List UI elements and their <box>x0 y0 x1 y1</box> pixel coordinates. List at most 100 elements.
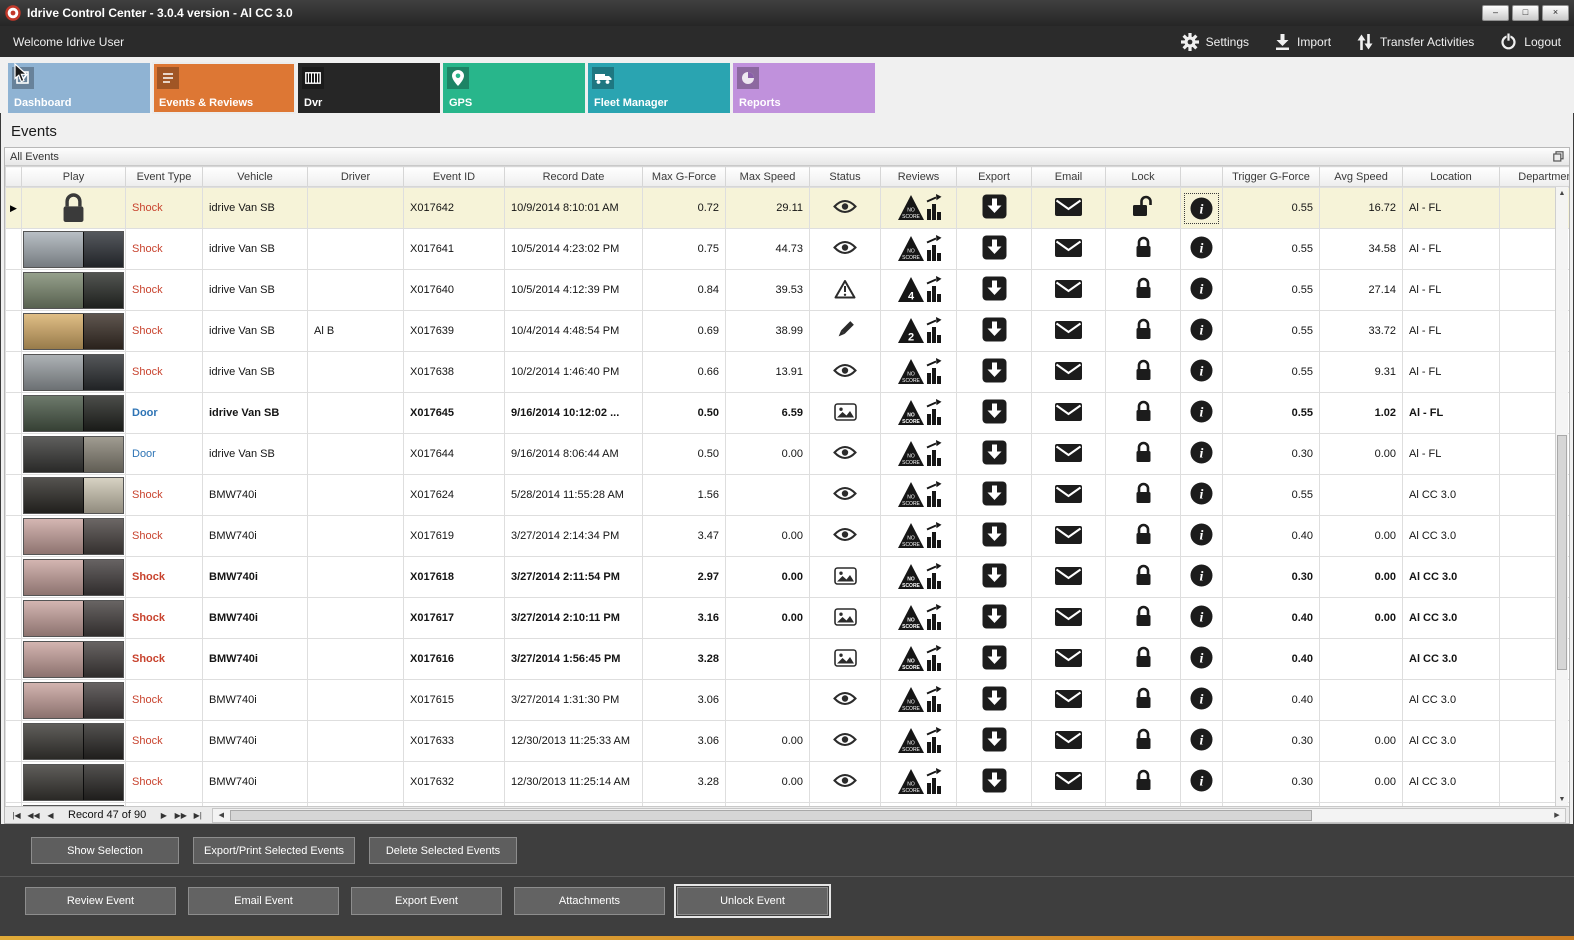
minimize-button[interactable]: – <box>1482 5 1509 21</box>
export-button[interactable] <box>956 269 1032 311</box>
email-event-button[interactable]: Email Event <box>188 887 339 915</box>
show-selection-button[interactable]: Show Selection <box>31 837 179 864</box>
column-header[interactable]: Department <box>1499 166 1569 187</box>
column-header[interactable]: Event Type <box>125 166 203 187</box>
play-cell[interactable] <box>21 187 126 229</box>
column-header[interactable]: Vehicle <box>202 166 308 187</box>
email-button[interactable] <box>1031 556 1106 598</box>
column-header[interactable]: Export <box>956 166 1032 187</box>
reviews-cell[interactable]: NO SCORE <box>880 720 957 762</box>
tab-events-reviews[interactable]: Events & Reviews <box>152 62 296 114</box>
event-thumbnail[interactable] <box>23 599 124 637</box>
column-header[interactable]: Driver <box>307 166 404 187</box>
lock-button[interactable] <box>1105 761 1181 803</box>
event-thumbnail[interactable] <box>23 435 124 473</box>
status-cell[interactable] <box>809 515 881 557</box>
row-selector-cell[interactable] <box>5 433 22 475</box>
reviews-cell[interactable]: NO SCORE <box>880 228 957 270</box>
event-row[interactable]: Shock BMW740i X017615 3/27/2014 1:31:30 PM 3… <box>5 679 1569 721</box>
lock-button[interactable] <box>1105 679 1181 721</box>
play-cell[interactable] <box>21 679 126 721</box>
reviews-cell[interactable]: NO SCORE <box>880 474 957 516</box>
status-cell[interactable] <box>809 638 881 680</box>
lock-button[interactable] <box>1105 392 1181 434</box>
reviews-cell[interactable]: NO SCORE <box>880 679 957 721</box>
last-record-button[interactable]: ▶| <box>189 811 206 820</box>
info-button[interactable]: i <box>1180 433 1223 475</box>
export-button[interactable] <box>956 720 1032 762</box>
play-cell[interactable] <box>21 556 126 598</box>
play-cell[interactable] <box>21 392 126 434</box>
row-selector-cell[interactable]: ▶ <box>5 187 22 229</box>
row-selector-cell[interactable] <box>5 310 22 352</box>
event-thumbnail[interactable] <box>23 558 124 596</box>
row-selector-cell[interactable] <box>5 228 22 270</box>
event-row[interactable]: Shock BMW740i X017632 12/30/2013 11:25:14 A… <box>5 761 1569 803</box>
play-cell[interactable] <box>21 638 126 680</box>
event-row[interactable]: Shock idrive Van SB X017640 10/5/2014 4:12:… <box>5 269 1569 311</box>
transfer-activities-button[interactable]: Transfer Activities <box>1357 33 1474 50</box>
lock-button[interactable] <box>1105 228 1181 270</box>
tab-fleet-manager[interactable]: Fleet Manager <box>588 63 730 113</box>
export-button[interactable] <box>956 187 1032 229</box>
maximize-button[interactable]: □ <box>1512 5 1539 21</box>
email-button[interactable] <box>1031 638 1106 680</box>
row-selector-cell[interactable] <box>5 269 22 311</box>
column-header[interactable] <box>1180 166 1223 187</box>
lock-button[interactable] <box>1105 187 1181 229</box>
lock-button[interactable] <box>1105 515 1181 557</box>
email-button[interactable] <box>1031 761 1106 803</box>
play-cell[interactable] <box>21 310 126 352</box>
row-selector-cell[interactable] <box>5 638 22 680</box>
event-row[interactable]: Shock BMW740i X017633 12/30/2013 11:25:33 A… <box>5 720 1569 762</box>
settings-button[interactable]: Settings <box>1180 32 1249 51</box>
status-cell[interactable] <box>809 433 881 475</box>
next-record-button[interactable]: ▶ <box>155 811 172 820</box>
vertical-scroll-thumb[interactable] <box>1557 434 1567 670</box>
column-header[interactable]: Lock <box>1105 166 1181 187</box>
lock-button[interactable] <box>1105 474 1181 516</box>
info-button[interactable]: i <box>1180 597 1223 639</box>
unlock-event-button[interactable]: Unlock Event <box>674 884 831 918</box>
event-row[interactable]: Shock BMW740i X017617 3/27/2014 2:10:11 PM 3… <box>5 597 1569 639</box>
export-button[interactable] <box>956 392 1032 434</box>
column-header[interactable]: Play <box>21 166 126 187</box>
event-row[interactable]: Door idrive Van SB X017645 9/16/2014 10:12:… <box>5 392 1569 434</box>
play-cell[interactable] <box>21 351 126 393</box>
attachments-button[interactable]: Attachments <box>514 887 665 915</box>
column-header[interactable]: Status <box>809 166 881 187</box>
email-button[interactable] <box>1031 433 1106 475</box>
email-button[interactable] <box>1031 679 1106 721</box>
export-button[interactable] <box>956 761 1032 803</box>
tab-gps[interactable]: GPS <box>443 63 585 113</box>
column-header[interactable]: Record Date <box>504 166 643 187</box>
event-row[interactable]: Shock BMW740i X017618 3/27/2014 2:11:54 PM 2… <box>5 556 1569 598</box>
info-button[interactable]: i <box>1180 638 1223 680</box>
email-button[interactable] <box>1031 187 1106 229</box>
export-button[interactable] <box>956 310 1032 352</box>
play-cell[interactable] <box>21 474 126 516</box>
reviews-cell[interactable]: NO SCORE <box>880 187 957 229</box>
info-button[interactable]: i <box>1180 392 1223 434</box>
play-cell[interactable] <box>21 761 126 803</box>
email-button[interactable] <box>1031 515 1106 557</box>
prev-record-button[interactable]: ◀ <box>42 811 59 820</box>
row-selector-cell[interactable] <box>5 679 22 721</box>
reviews-cell[interactable]: NO SCORE <box>880 556 957 598</box>
status-cell[interactable] <box>809 310 881 352</box>
export-button[interactable] <box>956 433 1032 475</box>
export-event-button[interactable]: Export Event <box>351 887 502 915</box>
lock-button[interactable] <box>1105 556 1181 598</box>
event-thumbnail[interactable] <box>23 312 124 350</box>
event-thumbnail[interactable] <box>23 681 124 719</box>
email-button[interactable] <box>1031 474 1106 516</box>
event-thumbnail[interactable] <box>23 804 124 806</box>
status-cell[interactable] <box>809 720 881 762</box>
lock-button[interactable] <box>1105 433 1181 475</box>
event-thumbnail[interactable] <box>23 517 124 555</box>
info-button[interactable]: i <box>1180 556 1223 598</box>
event-row[interactable]: ▶ Shock idrive Van SB X017642 10/9/2014 8:10… <box>5 187 1569 229</box>
info-button[interactable]: i <box>1180 187 1223 229</box>
column-header[interactable]: Max G-Force <box>642 166 726 187</box>
info-button[interactable]: i <box>1180 310 1223 352</box>
